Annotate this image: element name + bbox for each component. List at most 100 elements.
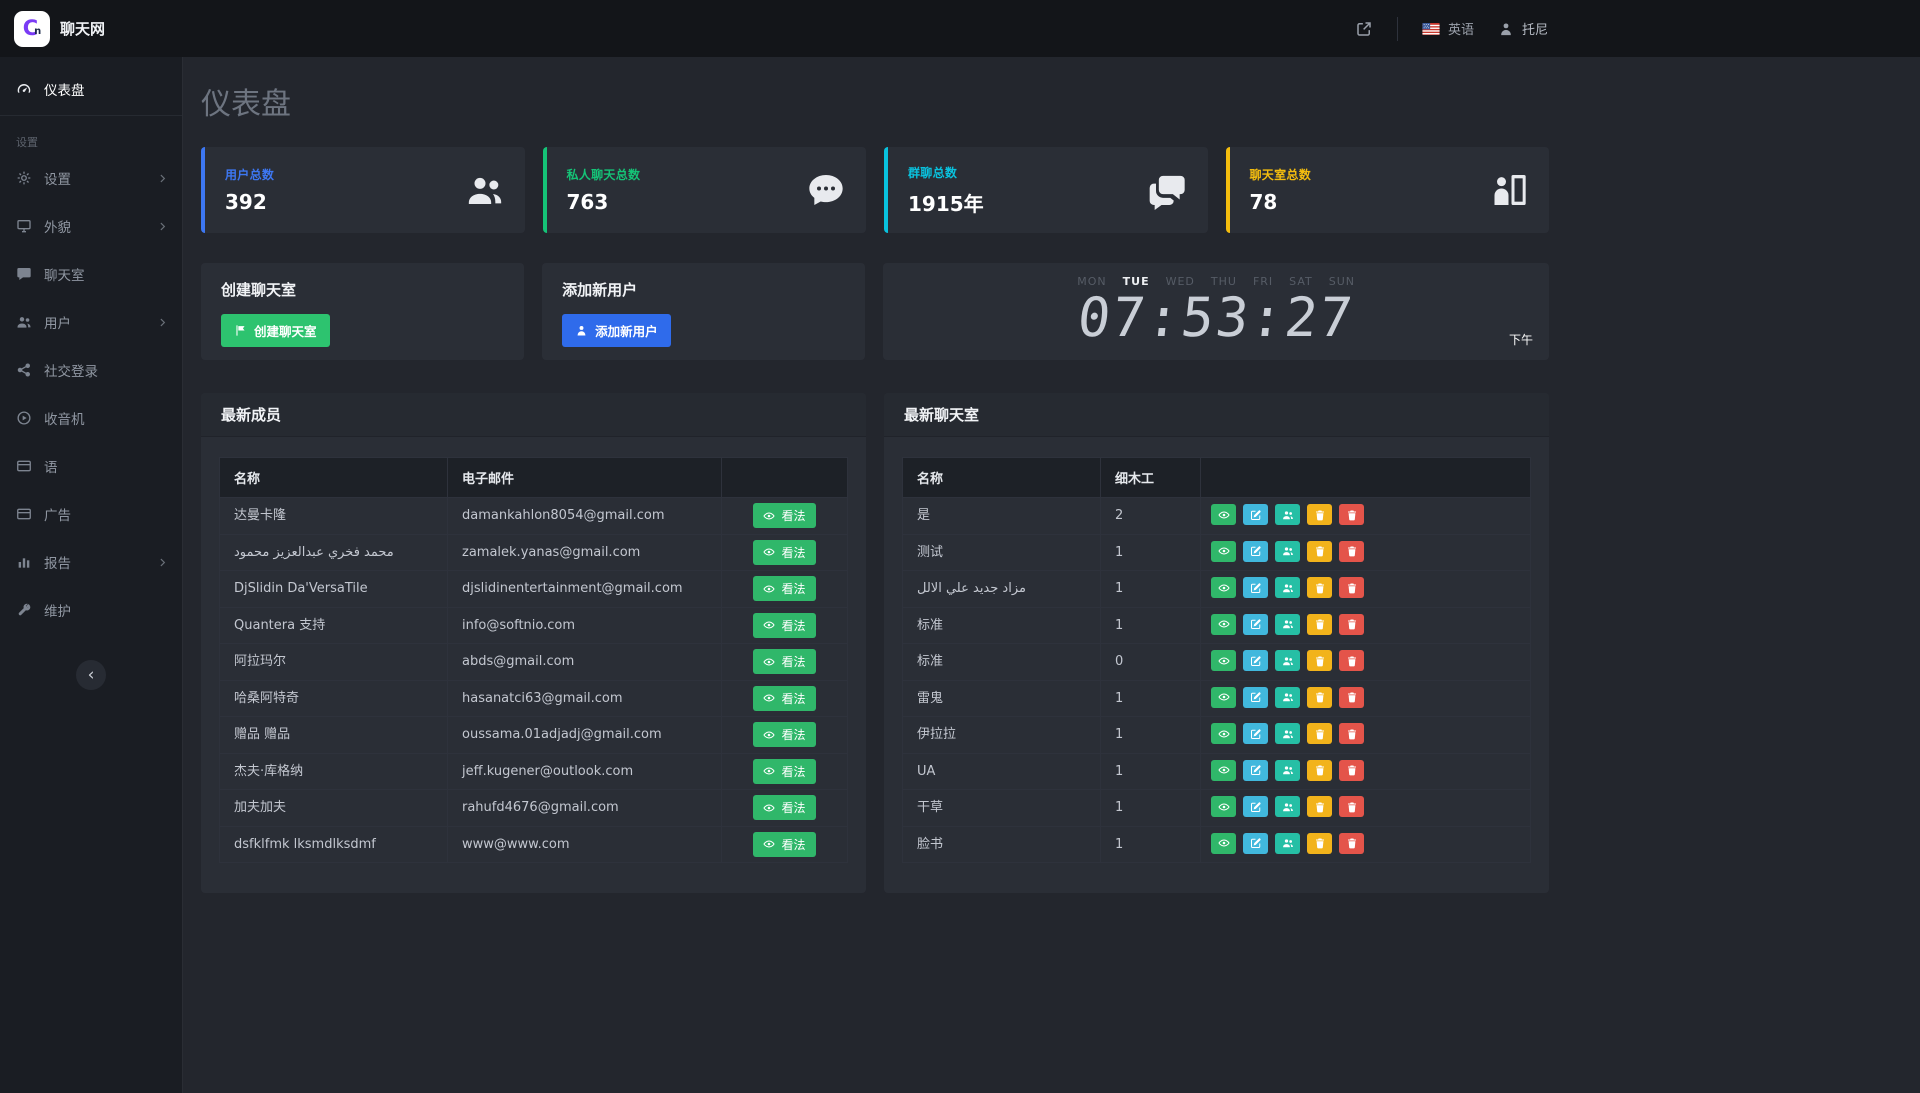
member-view-button[interactable]: 看法 — [753, 576, 815, 601]
room-view-button[interactable] — [1211, 796, 1236, 817]
room-edit-button[interactable] — [1243, 796, 1268, 817]
room-delete-button[interactable] — [1339, 723, 1364, 744]
room-clear-button[interactable] — [1307, 577, 1332, 598]
member-view-button[interactable]: 看法 — [753, 795, 815, 820]
room-actions — [1211, 504, 1364, 525]
stat-card-total-chatrooms: 聊天室总数 78 — [1226, 147, 1550, 233]
room-clear-button[interactable] — [1307, 504, 1332, 525]
room-row: 伊拉拉 1 — [903, 717, 1531, 754]
room-delete-button[interactable] — [1339, 833, 1364, 854]
sidebar-item-language[interactable]: 语 — [0, 442, 182, 490]
room-actions — [1211, 541, 1364, 562]
create-room-button[interactable]: 创建聊天室 — [221, 314, 330, 347]
member-view-button[interactable]: 看法 — [753, 540, 815, 565]
room-view-button[interactable] — [1211, 723, 1236, 744]
room-edit-button[interactable] — [1243, 504, 1268, 525]
eye-icon — [1218, 655, 1230, 667]
room-clear-button[interactable] — [1307, 687, 1332, 708]
member-view-button[interactable]: 看法 — [753, 686, 815, 711]
room-delete-button[interactable] — [1339, 504, 1364, 525]
room-edit-button[interactable] — [1243, 614, 1268, 635]
room-joiners-cell: 1 — [1101, 534, 1201, 571]
room-view-button[interactable] — [1211, 833, 1236, 854]
room-members-button[interactable] — [1275, 577, 1300, 598]
member-view-button[interactable]: 看法 — [753, 649, 815, 674]
room-edit-button[interactable] — [1243, 723, 1268, 744]
sidebar-item-appearance[interactable]: 外貌 — [0, 202, 182, 250]
member-view-button[interactable]: 看法 — [753, 613, 815, 638]
member-view-button[interactable]: 看法 — [753, 503, 815, 528]
room-edit-button[interactable] — [1243, 687, 1268, 708]
sidebar-item-reports[interactable]: 报告 — [0, 538, 182, 586]
room-members-button[interactable] — [1275, 833, 1300, 854]
room-clear-button[interactable] — [1307, 796, 1332, 817]
room-edit-button[interactable] — [1243, 541, 1268, 562]
room-view-button[interactable] — [1211, 650, 1236, 671]
sidebar-section-settings-section: 设置 — [0, 116, 182, 154]
room-view-button[interactable] — [1211, 760, 1236, 781]
room-clear-button[interactable] — [1307, 541, 1332, 562]
external-link-button[interactable] — [1355, 20, 1373, 38]
room-clear-button[interactable] — [1307, 760, 1332, 781]
column-header — [722, 458, 848, 498]
room-members-button[interactable] — [1275, 650, 1300, 671]
room-clear-button[interactable] — [1307, 650, 1332, 671]
sidebar-collapse-button[interactable]: ‹ — [76, 660, 106, 690]
sidebar-item-users[interactable]: 用户 — [0, 298, 182, 346]
room-members-button[interactable] — [1275, 614, 1300, 635]
room-view-button[interactable] — [1211, 577, 1236, 598]
room-edit-button[interactable] — [1243, 577, 1268, 598]
room-members-button[interactable] — [1275, 687, 1300, 708]
language-selector[interactable]: 英语 — [1422, 19, 1474, 38]
room-view-button[interactable] — [1211, 504, 1236, 525]
user-menu[interactable]: 托尼 — [1498, 19, 1548, 38]
sidebar-item-ads[interactable]: 广告 — [0, 490, 182, 538]
room-edit-button[interactable] — [1243, 760, 1268, 781]
room-delete-button[interactable] — [1339, 796, 1364, 817]
member-view-button[interactable]: 看法 — [753, 832, 815, 857]
room-delete-button[interactable] — [1339, 687, 1364, 708]
room-edit-button[interactable] — [1243, 833, 1268, 854]
trash-icon — [1314, 618, 1326, 630]
room-view-button[interactable] — [1211, 614, 1236, 635]
wrench-icon — [16, 602, 32, 618]
users-group-icon — [465, 170, 505, 210]
sidebar-item-chatrooms[interactable]: 聊天室 — [0, 250, 182, 298]
add-user-button[interactable]: 添加新用户 — [562, 314, 671, 347]
room-delete-button[interactable] — [1339, 577, 1364, 598]
room-row: UA 1 — [903, 753, 1531, 790]
sidebar-item-dashboard[interactable]: 仪表盘 — [0, 65, 182, 113]
room-delete-button[interactable] — [1339, 541, 1364, 562]
member-view-button[interactable]: 看法 — [753, 759, 815, 784]
room-members-button[interactable] — [1275, 723, 1300, 744]
room-delete-button[interactable] — [1339, 760, 1364, 781]
room-view-button[interactable] — [1211, 687, 1236, 708]
room-clear-button[interactable] — [1307, 833, 1332, 854]
member-view-button[interactable]: 看法 — [753, 722, 815, 747]
room-name-cell: 干草 — [903, 790, 1101, 827]
member-row: 达曼卡隆 damankahlon8054@gmail.com 看法 — [220, 498, 848, 535]
room-members-button[interactable] — [1275, 504, 1300, 525]
sidebar-item-settings[interactable]: 设置 — [0, 154, 182, 202]
room-delete-button[interactable] — [1339, 614, 1364, 635]
member-email-cell: zamalek.yanas@gmail.com — [448, 534, 722, 571]
room-delete-button[interactable] — [1339, 650, 1364, 671]
room-clear-button[interactable] — [1307, 723, 1332, 744]
users-group-icon — [16, 314, 32, 330]
trash-icon — [1314, 545, 1326, 557]
sidebar-item-maintenance[interactable]: 维护 — [0, 586, 182, 634]
sidebar-item-radio[interactable]: 收音机 — [0, 394, 182, 442]
sidebar-item-label: 用户 — [44, 312, 71, 332]
us-flag-icon — [1422, 23, 1440, 35]
room-members-button[interactable] — [1275, 796, 1300, 817]
brand[interactable]: C n 聊天网 — [0, 11, 183, 47]
room-members-button[interactable] — [1275, 541, 1300, 562]
sidebar-item-social-login[interactable]: 社交登录 — [0, 346, 182, 394]
monitor-icon — [16, 218, 32, 234]
room-members-button[interactable] — [1275, 760, 1300, 781]
room-view-button[interactable] — [1211, 541, 1236, 562]
eye-icon — [1218, 618, 1230, 630]
room-edit-button[interactable] — [1243, 650, 1268, 671]
users-group-icon — [1282, 582, 1294, 594]
room-clear-button[interactable] — [1307, 614, 1332, 635]
